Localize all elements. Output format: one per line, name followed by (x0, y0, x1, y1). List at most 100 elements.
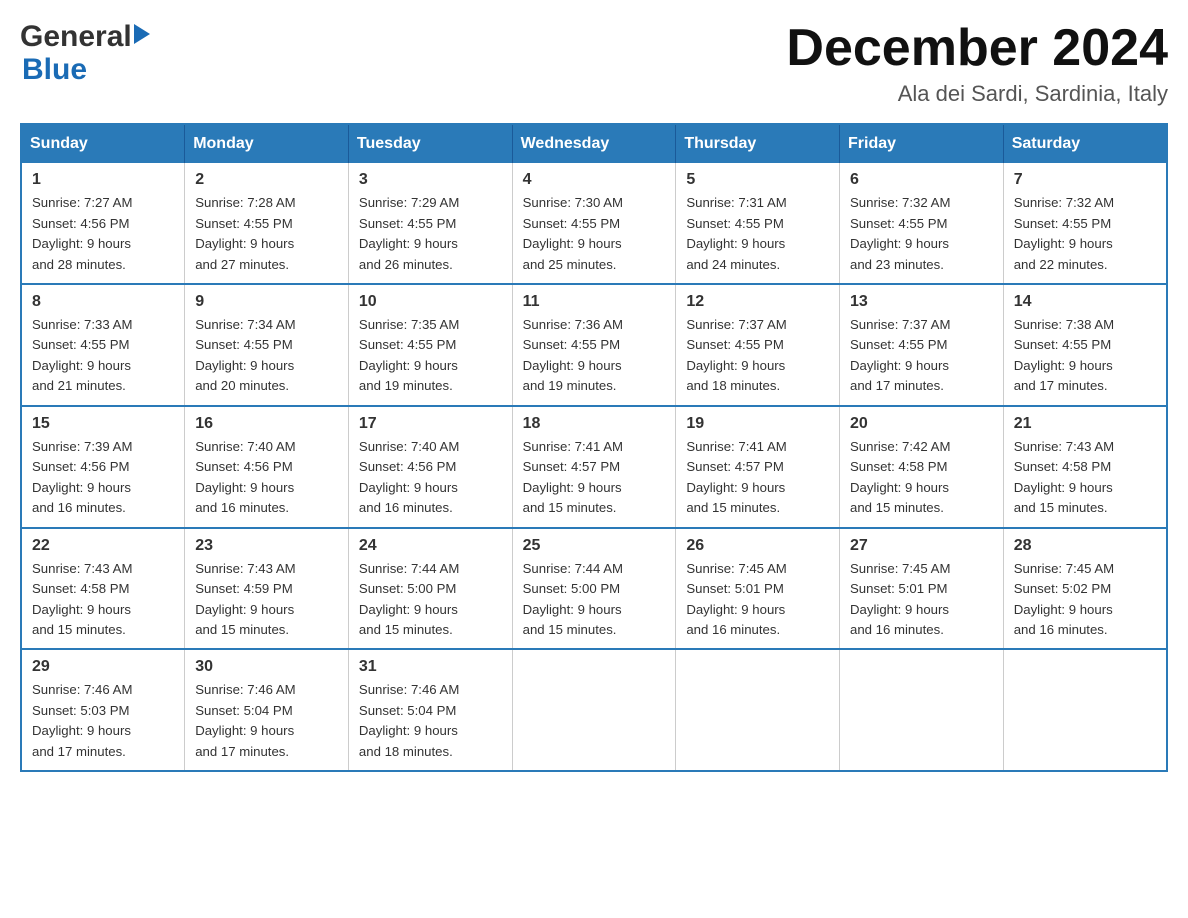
calendar-header-row: SundayMondayTuesdayWednesdayThursdayFrid… (21, 124, 1167, 163)
calendar-cell: 26 Sunrise: 7:45 AM Sunset: 5:01 PM Dayl… (676, 528, 840, 650)
day-number: 21 (1014, 415, 1156, 433)
day-info: Sunrise: 7:41 AM Sunset: 4:57 PM Dayligh… (686, 437, 829, 519)
calendar-cell: 23 Sunrise: 7:43 AM Sunset: 4:59 PM Dayl… (185, 528, 349, 650)
calendar-cell: 14 Sunrise: 7:38 AM Sunset: 4:55 PM Dayl… (1003, 284, 1167, 406)
day-number: 1 (32, 171, 174, 189)
calendar-week-row: 1 Sunrise: 7:27 AM Sunset: 4:56 PM Dayli… (21, 163, 1167, 284)
calendar-cell: 18 Sunrise: 7:41 AM Sunset: 4:57 PM Dayl… (512, 406, 676, 528)
day-number: 29 (32, 658, 174, 676)
calendar-week-row: 29 Sunrise: 7:46 AM Sunset: 5:03 PM Dayl… (21, 649, 1167, 771)
logo: General Blue (20, 20, 150, 86)
calendar-week-row: 8 Sunrise: 7:33 AM Sunset: 4:55 PM Dayli… (21, 284, 1167, 406)
day-number: 10 (359, 293, 502, 311)
day-info: Sunrise: 7:40 AM Sunset: 4:56 PM Dayligh… (195, 437, 338, 519)
calendar-cell: 16 Sunrise: 7:40 AM Sunset: 4:56 PM Dayl… (185, 406, 349, 528)
day-info: Sunrise: 7:41 AM Sunset: 4:57 PM Dayligh… (523, 437, 666, 519)
day-number: 13 (850, 293, 993, 311)
day-number: 25 (523, 537, 666, 555)
day-number: 22 (32, 537, 174, 555)
calendar-cell: 11 Sunrise: 7:36 AM Sunset: 4:55 PM Dayl… (512, 284, 676, 406)
day-number: 23 (195, 537, 338, 555)
calendar-cell: 15 Sunrise: 7:39 AM Sunset: 4:56 PM Dayl… (21, 406, 185, 528)
calendar-cell (1003, 649, 1167, 771)
day-number: 14 (1014, 293, 1156, 311)
day-info: Sunrise: 7:42 AM Sunset: 4:58 PM Dayligh… (850, 437, 993, 519)
calendar-week-row: 15 Sunrise: 7:39 AM Sunset: 4:56 PM Dayl… (21, 406, 1167, 528)
day-info: Sunrise: 7:39 AM Sunset: 4:56 PM Dayligh… (32, 437, 174, 519)
day-number: 6 (850, 171, 993, 189)
day-info: Sunrise: 7:30 AM Sunset: 4:55 PM Dayligh… (523, 193, 666, 275)
calendar-cell: 21 Sunrise: 7:43 AM Sunset: 4:58 PM Dayl… (1003, 406, 1167, 528)
day-number: 15 (32, 415, 174, 433)
day-number: 30 (195, 658, 338, 676)
calendar-cell: 20 Sunrise: 7:42 AM Sunset: 4:58 PM Dayl… (840, 406, 1004, 528)
day-info: Sunrise: 7:43 AM Sunset: 4:58 PM Dayligh… (32, 559, 174, 641)
day-info: Sunrise: 7:35 AM Sunset: 4:55 PM Dayligh… (359, 315, 502, 397)
calendar-cell: 9 Sunrise: 7:34 AM Sunset: 4:55 PM Dayli… (185, 284, 349, 406)
day-info: Sunrise: 7:33 AM Sunset: 4:55 PM Dayligh… (32, 315, 174, 397)
day-info: Sunrise: 7:27 AM Sunset: 4:56 PM Dayligh… (32, 193, 174, 275)
logo-general-text: General (20, 20, 132, 53)
day-info: Sunrise: 7:46 AM Sunset: 5:04 PM Dayligh… (359, 680, 502, 762)
day-number: 27 (850, 537, 993, 555)
calendar-cell: 5 Sunrise: 7:31 AM Sunset: 4:55 PM Dayli… (676, 163, 840, 284)
day-number: 5 (686, 171, 829, 189)
day-number: 9 (195, 293, 338, 311)
day-info: Sunrise: 7:38 AM Sunset: 4:55 PM Dayligh… (1014, 315, 1156, 397)
day-info: Sunrise: 7:43 AM Sunset: 4:58 PM Dayligh… (1014, 437, 1156, 519)
calendar-table: SundayMondayTuesdayWednesdayThursdayFrid… (20, 123, 1168, 772)
day-info: Sunrise: 7:34 AM Sunset: 4:55 PM Dayligh… (195, 315, 338, 397)
title-block: December 2024 Ala dei Sardi, Sardinia, I… (786, 20, 1168, 107)
day-info: Sunrise: 7:46 AM Sunset: 5:03 PM Dayligh… (32, 680, 174, 762)
day-of-week-header: Tuesday (348, 124, 512, 163)
calendar-cell: 7 Sunrise: 7:32 AM Sunset: 4:55 PM Dayli… (1003, 163, 1167, 284)
day-of-week-header: Saturday (1003, 124, 1167, 163)
calendar-cell: 29 Sunrise: 7:46 AM Sunset: 5:03 PM Dayl… (21, 649, 185, 771)
day-info: Sunrise: 7:45 AM Sunset: 5:01 PM Dayligh… (850, 559, 993, 641)
day-number: 4 (523, 171, 666, 189)
calendar-cell: 8 Sunrise: 7:33 AM Sunset: 4:55 PM Dayli… (21, 284, 185, 406)
day-info: Sunrise: 7:43 AM Sunset: 4:59 PM Dayligh… (195, 559, 338, 641)
page-header: General Blue December 2024 Ala dei Sardi… (20, 20, 1168, 107)
calendar-cell: 30 Sunrise: 7:46 AM Sunset: 5:04 PM Dayl… (185, 649, 349, 771)
day-info: Sunrise: 7:28 AM Sunset: 4:55 PM Dayligh… (195, 193, 338, 275)
day-number: 7 (1014, 171, 1156, 189)
calendar-cell: 17 Sunrise: 7:40 AM Sunset: 4:56 PM Dayl… (348, 406, 512, 528)
day-number: 12 (686, 293, 829, 311)
day-of-week-header: Monday (185, 124, 349, 163)
day-info: Sunrise: 7:40 AM Sunset: 4:56 PM Dayligh… (359, 437, 502, 519)
day-info: Sunrise: 7:37 AM Sunset: 4:55 PM Dayligh… (850, 315, 993, 397)
calendar-cell: 1 Sunrise: 7:27 AM Sunset: 4:56 PM Dayli… (21, 163, 185, 284)
day-number: 17 (359, 415, 502, 433)
calendar-cell: 12 Sunrise: 7:37 AM Sunset: 4:55 PM Dayl… (676, 284, 840, 406)
calendar-cell: 27 Sunrise: 7:45 AM Sunset: 5:01 PM Dayl… (840, 528, 1004, 650)
day-number: 26 (686, 537, 829, 555)
day-number: 2 (195, 171, 338, 189)
day-info: Sunrise: 7:32 AM Sunset: 4:55 PM Dayligh… (1014, 193, 1156, 275)
day-number: 24 (359, 537, 502, 555)
day-number: 19 (686, 415, 829, 433)
day-number: 3 (359, 171, 502, 189)
day-number: 8 (32, 293, 174, 311)
location-title: Ala dei Sardi, Sardinia, Italy (786, 81, 1168, 107)
day-number: 20 (850, 415, 993, 433)
calendar-cell: 3 Sunrise: 7:29 AM Sunset: 4:55 PM Dayli… (348, 163, 512, 284)
calendar-cell: 28 Sunrise: 7:45 AM Sunset: 5:02 PM Dayl… (1003, 528, 1167, 650)
calendar-cell: 22 Sunrise: 7:43 AM Sunset: 4:58 PM Dayl… (21, 528, 185, 650)
calendar-cell: 31 Sunrise: 7:46 AM Sunset: 5:04 PM Dayl… (348, 649, 512, 771)
day-info: Sunrise: 7:44 AM Sunset: 5:00 PM Dayligh… (359, 559, 502, 641)
day-info: Sunrise: 7:31 AM Sunset: 4:55 PM Dayligh… (686, 193, 829, 275)
calendar-cell: 6 Sunrise: 7:32 AM Sunset: 4:55 PM Dayli… (840, 163, 1004, 284)
day-info: Sunrise: 7:46 AM Sunset: 5:04 PM Dayligh… (195, 680, 338, 762)
calendar-cell (512, 649, 676, 771)
calendar-cell: 25 Sunrise: 7:44 AM Sunset: 5:00 PM Dayl… (512, 528, 676, 650)
logo-arrow-icon (134, 24, 150, 44)
day-number: 31 (359, 658, 502, 676)
calendar-cell: 2 Sunrise: 7:28 AM Sunset: 4:55 PM Dayli… (185, 163, 349, 284)
day-info: Sunrise: 7:45 AM Sunset: 5:01 PM Dayligh… (686, 559, 829, 641)
day-number: 28 (1014, 537, 1156, 555)
day-info: Sunrise: 7:45 AM Sunset: 5:02 PM Dayligh… (1014, 559, 1156, 641)
day-of-week-header: Thursday (676, 124, 840, 163)
calendar-cell: 19 Sunrise: 7:41 AM Sunset: 4:57 PM Dayl… (676, 406, 840, 528)
day-info: Sunrise: 7:44 AM Sunset: 5:00 PM Dayligh… (523, 559, 666, 641)
